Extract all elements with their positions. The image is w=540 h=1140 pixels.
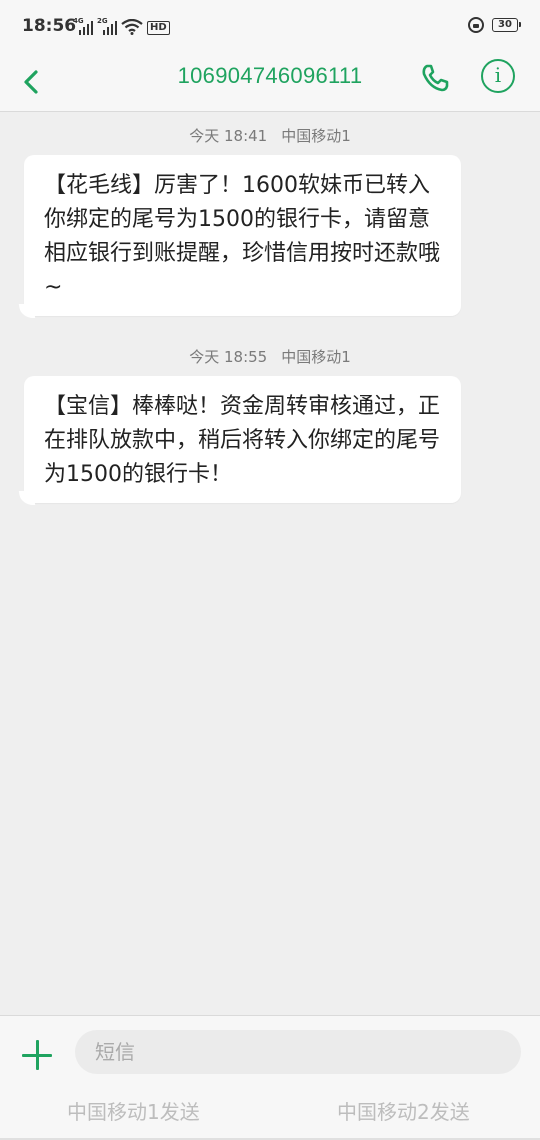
timestamp-carrier: 中国移动1 <box>281 348 351 366</box>
sms-conversation-screen: 18:56 4G 2G HD 30 106904746096111 i 今天 1… <box>0 0 540 1140</box>
wifi-icon <box>121 19 143 35</box>
timestamp-carrier: 中国移动1 <box>281 127 351 145</box>
message-bubble[interactable]: 【宝信】棒棒哒！资金周转审核通过，正在排队放款中，稍后将转入你绑定的尾号为150… <box>24 376 461 503</box>
message-timestamp: 今天 18:41 中国移动1 <box>0 125 540 146</box>
message-text: 【宝信】棒棒哒！资金周转审核通过，正在排队放款中，稍后将转入你绑定的尾号为150… <box>44 394 441 487</box>
message-timestamp: 今天 18:55 中国移动1 <box>0 346 540 367</box>
status-icons-right: 30 <box>468 17 521 33</box>
battery-icon: 30 <box>492 18 521 32</box>
phone-icon[interactable] <box>417 60 453 96</box>
status-time: 18:56 <box>22 16 77 36</box>
send-sim2-button[interactable]: 中国移动2发送 <box>337 1096 470 1125</box>
contact-title: 106904746096111 <box>177 63 363 88</box>
plus-icon[interactable] <box>22 1040 54 1072</box>
timestamp-time: 今天 18:41 <box>189 127 268 145</box>
send-sim1-button[interactable]: 中国移动1发送 <box>67 1096 200 1125</box>
info-icon[interactable]: i <box>481 59 515 93</box>
sim1-signal-icon: 4G <box>73 17 93 35</box>
hd-voice-icon: HD <box>147 21 170 35</box>
conversation-header: 106904746096111 i <box>0 54 540 110</box>
message-text: 【花毛线】厉害了！1600软妹币已转入你绑定的尾号为1500的银行卡，请留意相应… <box>44 173 441 300</box>
timestamp-time: 今天 18:55 <box>189 348 268 366</box>
composer-bar: 短信 中国移动1发送 中国移动2发送 <box>0 1015 540 1140</box>
message-bubble[interactable]: 【花毛线】厉害了！1600软妹币已转入你绑定的尾号为1500的银行卡，请留意相应… <box>24 155 461 316</box>
sms-input[interactable]: 短信 <box>75 1030 521 1074</box>
rotation-lock-icon <box>468 17 484 33</box>
status-icons-left: 4G 2G HD <box>73 17 170 35</box>
top-bar: 18:56 4G 2G HD 30 106904746096111 i <box>0 0 540 112</box>
sim2-signal-icon: 2G <box>97 17 117 35</box>
status-bar: 18:56 4G 2G HD 30 <box>0 0 540 54</box>
